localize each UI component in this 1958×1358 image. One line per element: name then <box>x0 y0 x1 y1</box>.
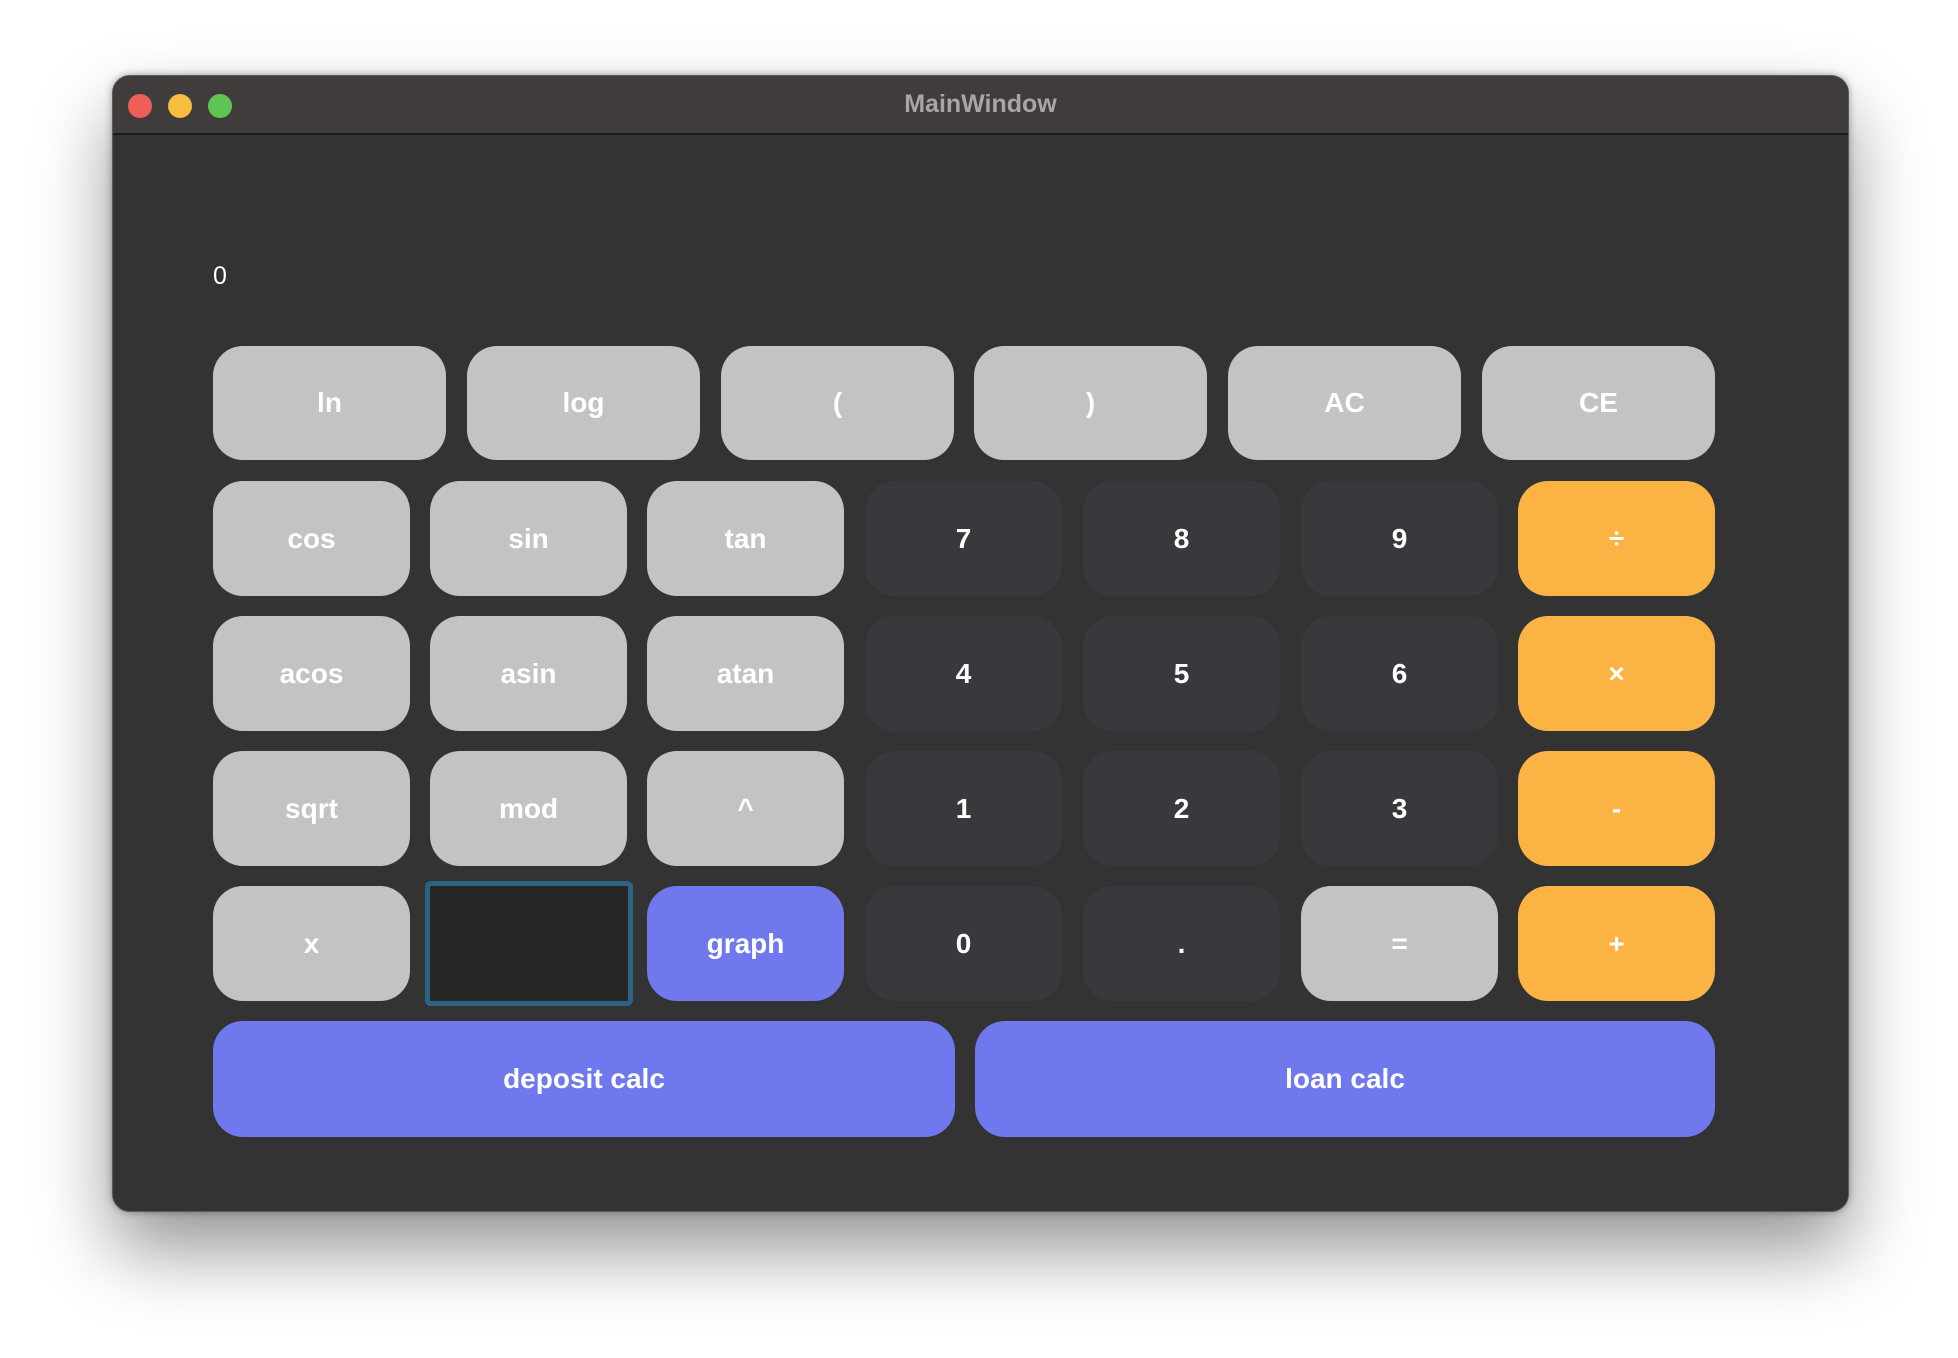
digit-8-button[interactable]: 8 <box>1083 481 1280 596</box>
all-clear-button[interactable]: AC <box>1228 346 1461 460</box>
digit-0-button[interactable]: 0 <box>865 886 1062 1001</box>
graph-button[interactable]: graph <box>647 886 844 1001</box>
main-window: MainWindow 0 ln log ( ) AC CE cos sin ta… <box>112 75 1849 1212</box>
window-title: MainWindow <box>904 90 1057 118</box>
digit-2-button[interactable]: 2 <box>1083 751 1280 866</box>
mod-button[interactable]: mod <box>430 751 627 866</box>
cos-button[interactable]: cos <box>213 481 410 596</box>
loan-calc-button[interactable]: loan calc <box>975 1021 1715 1137</box>
open-paren-button[interactable]: ( <box>721 346 954 460</box>
digit-6-button[interactable]: 6 <box>1301 616 1498 731</box>
sin-button[interactable]: sin <box>430 481 627 596</box>
tan-button[interactable]: tan <box>647 481 844 596</box>
clear-entry-button[interactable]: CE <box>1482 346 1715 460</box>
digit-4-button[interactable]: 4 <box>865 616 1062 731</box>
close-paren-button[interactable]: ) <box>974 346 1207 460</box>
x-value-input[interactable] <box>425 881 633 1006</box>
atan-button[interactable]: atan <box>647 616 844 731</box>
digit-7-button[interactable]: 7 <box>865 481 1062 596</box>
ln-button[interactable]: ln <box>213 346 446 460</box>
calculator-display: 0 <box>213 262 227 290</box>
x-variable-button[interactable]: x <box>213 886 410 1001</box>
asin-button[interactable]: asin <box>430 616 627 731</box>
deposit-calc-button[interactable]: deposit calc <box>213 1021 955 1137</box>
divide-button[interactable]: ÷ <box>1518 481 1715 596</box>
subtract-button[interactable]: - <box>1518 751 1715 866</box>
log-button[interactable]: log <box>467 346 700 460</box>
decimal-point-button[interactable]: . <box>1083 886 1280 1001</box>
sqrt-button[interactable]: sqrt <box>213 751 410 866</box>
digit-3-button[interactable]: 3 <box>1301 751 1498 866</box>
power-button[interactable]: ^ <box>647 751 844 866</box>
equals-button[interactable]: = <box>1301 886 1498 1001</box>
multiply-button[interactable]: × <box>1518 616 1715 731</box>
add-button[interactable]: + <box>1518 886 1715 1001</box>
digit-1-button[interactable]: 1 <box>865 751 1062 866</box>
digit-9-button[interactable]: 9 <box>1301 481 1498 596</box>
title-bar: MainWindow <box>113 76 1848 135</box>
acos-button[interactable]: acos <box>213 616 410 731</box>
digit-5-button[interactable]: 5 <box>1083 616 1280 731</box>
